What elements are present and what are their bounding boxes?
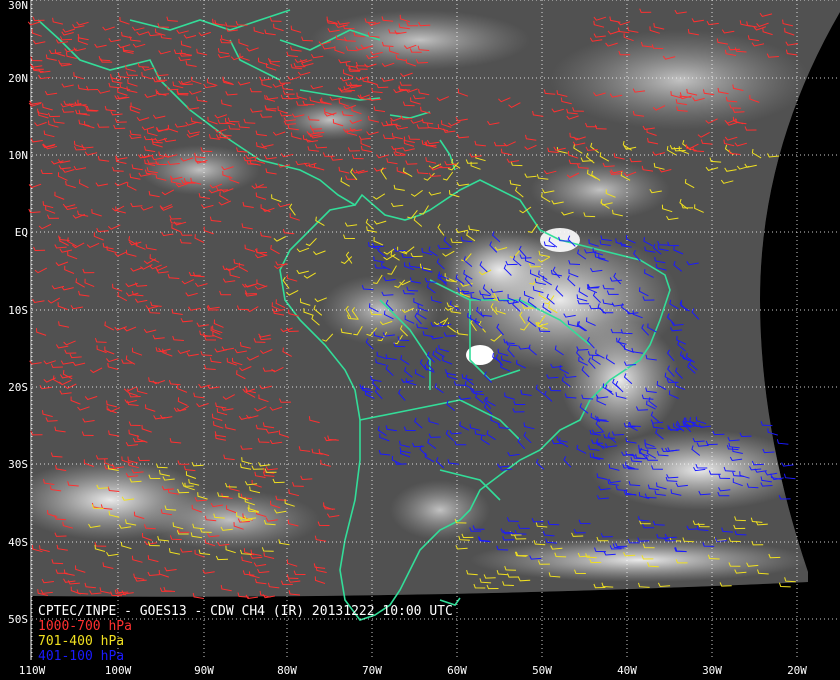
- legend-mid-level: 701-400 hPa: [38, 634, 125, 649]
- longitude-label: 100W: [105, 664, 132, 677]
- latitude-label: 30S: [8, 458, 28, 471]
- wind-barb: [776, 439, 789, 445]
- longitude-label: 60W: [447, 664, 467, 677]
- latitude-label: 10N: [8, 149, 28, 162]
- longitude-label: 20W: [787, 664, 807, 677]
- longitude-label: 80W: [277, 664, 297, 677]
- latitude-label: 20N: [8, 72, 28, 85]
- caption-block: CPTEC/INPE - GOES13 - CDW CH4 (IR) 20131…: [38, 604, 453, 664]
- latitude-labels: 30N 20N 10N EQ 10S 20S 30S 40S 50S: [8, 0, 28, 626]
- longitude-label: 30W: [702, 664, 722, 677]
- longitude-labels: 110W 100W 90W 80W 70W 60W 50W 40W 30W 20W: [19, 664, 808, 677]
- wind-barb: [783, 473, 796, 480]
- satellite-image: [32, 0, 840, 597]
- latitude-label: 10S: [8, 304, 28, 317]
- latitude-label: EQ: [15, 226, 28, 239]
- longitude-label: 40W: [617, 664, 637, 677]
- wind-barb: [781, 462, 794, 467]
- wind-barb: [778, 582, 791, 588]
- longitude-label: 50W: [532, 664, 552, 677]
- latitude-label: 30N: [8, 0, 28, 12]
- latitude-label: 40S: [8, 536, 28, 549]
- legend-low-level: 1000-700 hPa: [38, 619, 132, 634]
- legend-high-level: 401-100 hPa: [38, 649, 125, 664]
- latitude-label: 20S: [8, 381, 28, 394]
- longitude-label: 70W: [362, 664, 382, 677]
- longitude-label: 90W: [194, 664, 214, 677]
- map-title: CPTEC/INPE - GOES13 - CDW CH4 (IR) 20131…: [38, 604, 453, 619]
- longitude-label: 110W: [19, 664, 46, 677]
- latitude-label: 50S: [8, 613, 28, 626]
- satellite-wind-map: 30N 20N 10N EQ 10S 20S 30S 40S 50S 110W 100W 90W 80…: [8, 0, 840, 677]
